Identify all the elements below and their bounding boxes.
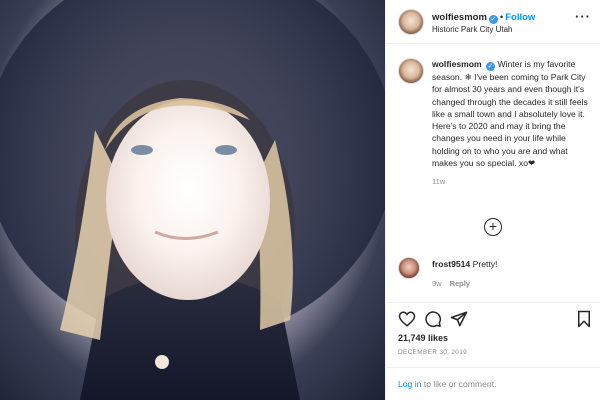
header-user-line: wolfiesmom ✓ • Follow	[432, 12, 535, 24]
comment-meta: 9w Reply	[432, 279, 470, 288]
commenter-avatar[interactable]	[398, 257, 420, 279]
post-side-panel: wolfiesmom ✓ • Follow Historic Park City Ut…	[385, 0, 600, 400]
caption-text-wrap: wolfiesmom ✓ Winter is my favorite seaso…	[432, 58, 589, 169]
more-horizontal-icon[interactable]: ···	[575, 10, 591, 23]
verified-badge-icon: ✓	[486, 62, 496, 71]
login-link[interactable]: Log in	[398, 379, 421, 389]
author-username[interactable]: wolfiesmom	[432, 12, 487, 23]
verified-badge-icon: ✓	[488, 15, 498, 24]
bookmark-icon[interactable]	[575, 310, 593, 328]
caption-block: wolfiesmom ✓ Winter is my favorite seaso…	[386, 44, 600, 186]
caption-timestamp: 11w	[432, 177, 446, 187]
reply-button[interactable]: Reply	[450, 279, 470, 288]
likes-count[interactable]: 21,749 likes	[398, 333, 448, 343]
post-date: DECEMBER 30, 2019	[398, 349, 468, 356]
author-avatar[interactable]	[398, 9, 424, 35]
heart-icon[interactable]	[398, 310, 416, 328]
follow-button[interactable]: Follow	[505, 12, 535, 23]
post-header: wolfiesmom ✓ • Follow Historic Park City Ut…	[386, 0, 600, 44]
comment-icon[interactable]	[424, 310, 442, 328]
login-prompt: Log in to like or comment.	[398, 379, 496, 389]
location-link[interactable]: Historic Park City Utah	[432, 25, 512, 34]
caption-avatar[interactable]	[398, 58, 424, 84]
action-bar	[386, 302, 600, 332]
login-prompt-text: to like or comment.	[421, 379, 497, 389]
comment-item: frost9514 Pretty! 9w Reply	[386, 255, 600, 295]
comment-line: frost9514 Pretty!	[432, 259, 497, 269]
comment-text: Pretty!	[472, 259, 498, 269]
post-photo[interactable]	[0, 0, 385, 400]
caption-username[interactable]: wolfiesmom	[432, 59, 482, 69]
plus-circle-icon[interactable]: +	[484, 218, 502, 236]
share-icon[interactable]	[450, 310, 468, 328]
separator-dot: •	[499, 12, 504, 23]
login-bar: Log in to like or comment.	[386, 367, 600, 400]
fur-hood-selfie-image	[0, 0, 385, 400]
comment-timestamp: 9w	[432, 279, 442, 288]
caption-text: Winter is my favorite season. ❄ I've bee…	[432, 59, 588, 169]
comment-username[interactable]: frost9514	[432, 259, 470, 269]
